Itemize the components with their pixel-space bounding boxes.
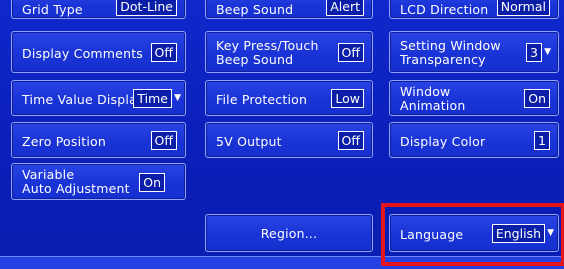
grid-type-value[interactable]: Dot-Line: [116, 0, 177, 16]
animation-label-line2: Animation: [400, 98, 466, 113]
region-button[interactable]: Region...: [205, 214, 373, 252]
window-animation-setting[interactable]: Window Animation On: [389, 80, 559, 116]
transparency-label-line2: Transparency: [400, 52, 486, 67]
time-value-display-setting[interactable]: Time Value Display Time ▼: [11, 80, 186, 116]
file-protection-setting[interactable]: File Protection Low: [205, 80, 373, 116]
window-animation-value[interactable]: On: [524, 89, 550, 108]
triangle-down-icon: ▼: [544, 47, 551, 57]
grid-type-label: Grid Type: [22, 2, 83, 17]
beep-sound-setting[interactable]: Beep Sound Alert: [205, 0, 373, 19]
lcd-direction-value[interactable]: Normal: [496, 0, 550, 16]
window-transparency-setting[interactable]: Setting Window Transparency 3 ▼: [389, 31, 559, 73]
key-press-label-line2: Beep Sound: [216, 52, 294, 67]
key-press-beep-value[interactable]: Off: [337, 43, 364, 62]
key-press-label-line1: Key Press/Touch: [216, 38, 319, 53]
time-value-display-value[interactable]: Time: [133, 89, 172, 108]
variable-label-line2: Auto Adjustment: [22, 181, 130, 196]
5v-output-setting[interactable]: 5V Output Off: [205, 122, 373, 158]
beep-sound-value[interactable]: Alert: [326, 0, 364, 16]
highlight-box: [381, 203, 564, 266]
variable-auto-adjustment-setting[interactable]: Variable Auto Adjustment On: [11, 163, 186, 200]
settings-screen: Grid Type Dot-Line Beep Sound Alert LCD …: [0, 0, 564, 269]
transparency-value[interactable]: 3: [526, 43, 542, 62]
lcd-direction-setting[interactable]: LCD Direction Normal: [389, 0, 559, 19]
display-comments-setting[interactable]: Display Comments Off: [11, 31, 186, 73]
key-press-beep-setting[interactable]: Key Press/Touch Beep Sound Off: [205, 31, 373, 73]
variable-auto-adjustment-value[interactable]: On: [139, 173, 165, 192]
5v-output-value[interactable]: Off: [337, 131, 364, 150]
display-color-value[interactable]: 1: [534, 131, 550, 150]
file-protection-label: File Protection: [216, 92, 308, 107]
display-color-label: Display Color: [400, 134, 486, 149]
transparency-label-line1: Setting Window: [400, 38, 501, 53]
triangle-down-icon: ▼: [174, 93, 181, 103]
display-comments-label: Display Comments: [22, 46, 144, 61]
display-comments-value[interactable]: Off: [150, 43, 177, 62]
animation-label-line1: Window: [400, 84, 451, 99]
zero-position-value[interactable]: Off: [150, 131, 177, 150]
variable-label-line1: Variable: [22, 167, 75, 182]
zero-position-label: Zero Position: [22, 134, 107, 149]
zero-position-setting[interactable]: Zero Position Off: [11, 122, 186, 158]
5v-output-label: 5V Output: [216, 134, 282, 149]
display-color-setting[interactable]: Display Color 1: [389, 122, 559, 158]
time-value-display-label: Time Value Display: [22, 92, 145, 107]
beep-sound-label: Beep Sound: [216, 2, 294, 17]
lcd-direction-label: LCD Direction: [400, 2, 489, 17]
grid-type-setting[interactable]: Grid Type Dot-Line: [11, 0, 186, 19]
region-button-label: Region...: [260, 226, 318, 241]
file-protection-value[interactable]: Low: [331, 89, 364, 108]
